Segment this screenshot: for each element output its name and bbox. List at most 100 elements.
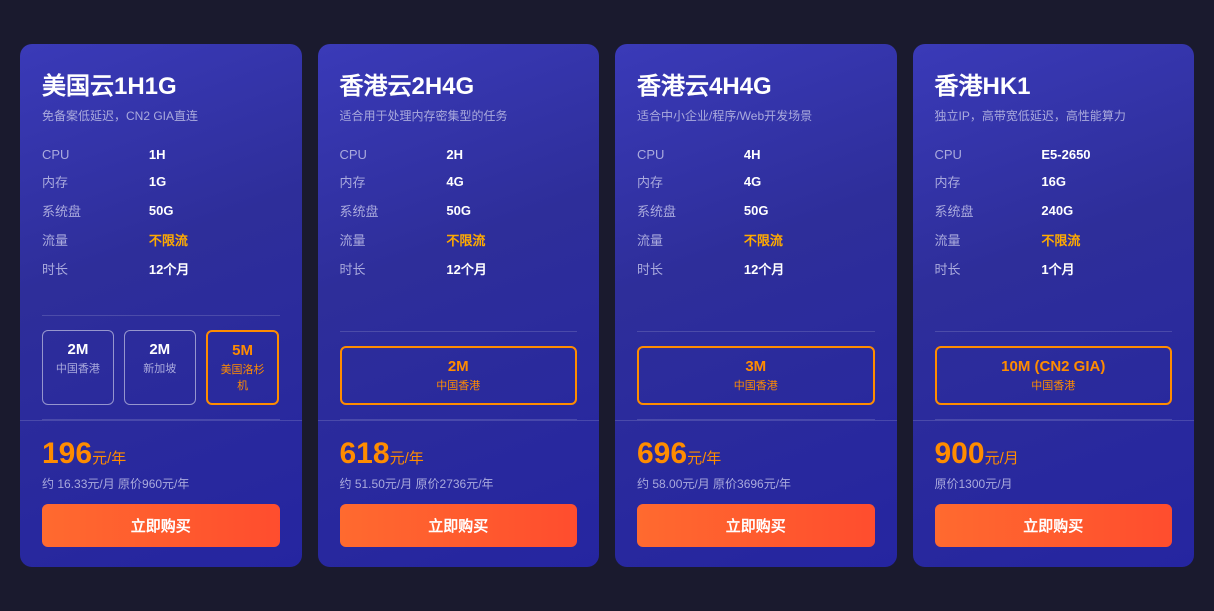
card-hk-hk1: 香港HK1独立IP，高带宽低延迟，高性能算力CPUE5-2650内存16G系统盘… — [913, 44, 1195, 567]
spec-label: 内存 — [935, 167, 1042, 196]
bandwidth-location: 新加坡 — [137, 360, 183, 376]
spec-label: 内存 — [340, 167, 447, 196]
spec-value: 1G — [149, 167, 280, 196]
card-hk-2h4g: 香港云2H4G 适合用于处理内存密集型的任务 CPU2H内存4G系统盘50G流量不限… — [318, 44, 600, 567]
buy-button-hk-4h4g[interactable]: 立即购买 — [637, 504, 875, 547]
card-footer-hk-hk1: 900元/月原价1300元/月立即购买 — [913, 420, 1195, 567]
card-footer-us-1h1g: 196元/年约 16.33元/月 原价960元/年立即购买 — [20, 420, 302, 567]
divider-top — [637, 331, 875, 332]
bandwidth-option[interactable]: 2M 中国香港 — [42, 330, 114, 405]
price-row: 618元/年 — [340, 437, 578, 471]
spec-label: 时长 — [935, 254, 1042, 283]
spec-row: CPU1H — [42, 142, 280, 167]
spec-row: 时长12个月 — [637, 254, 875, 283]
bandwidth-option[interactable]: 2M 新加坡 — [124, 330, 196, 405]
spec-value: 240G — [1041, 196, 1172, 225]
bandwidth-option[interactable]: 5M 美国洛杉机 — [206, 330, 280, 405]
bandwidth-option[interactable]: 2M中国香港 — [340, 346, 578, 405]
price-unit: 元/年 — [92, 450, 126, 467]
spec-table-hk-2h4g: CPU2H内存4G系统盘50G流量不限流时长12个月 — [340, 142, 578, 283]
spec-label: 系统盘 — [340, 196, 447, 225]
spec-value: 12个月 — [744, 254, 875, 283]
spec-row: 内存16G — [935, 167, 1173, 196]
bandwidth-location: 中国香港 — [55, 360, 101, 376]
spec-row: 系统盘240G — [935, 196, 1173, 225]
card-title-us-1h1g: 美国云1H1G — [42, 66, 280, 101]
price-unit: 元/年 — [687, 450, 721, 467]
price-main: 196 — [42, 437, 92, 470]
spec-row: 内存1G — [42, 167, 280, 196]
card-body-hk-2h4g: 香港云2H4G 适合用于处理内存密集型的任务 CPU2H内存4G系统盘50G流量不限… — [318, 44, 600, 331]
price-unit: 元/年 — [390, 450, 424, 467]
spec-value: 1H — [149, 142, 280, 167]
spec-value: 16G — [1041, 167, 1172, 196]
bandwidth-option[interactable]: 10M (CN2 GIA)中国香港 — [935, 346, 1173, 405]
spec-label: 流量 — [637, 225, 744, 254]
price-sub: 约 58.00元/月 原价3696元/年 — [637, 475, 875, 492]
spec-label: 流量 — [340, 225, 447, 254]
spec-value: 50G — [744, 196, 875, 225]
spec-label: 流量 — [935, 225, 1042, 254]
spec-row: 内存4G — [340, 167, 578, 196]
price-row: 696元/年 — [637, 437, 875, 471]
bandwidth-speed: 2M — [55, 341, 101, 358]
spec-value: 50G — [446, 196, 577, 225]
spec-label: CPU — [935, 142, 1042, 167]
buy-button-us-1h1g[interactable]: 立即购买 — [42, 504, 280, 547]
spec-label: CPU — [340, 142, 447, 167]
card-body-hk-hk1: 香港HK1独立IP，高带宽低延迟，高性能算力CPUE5-2650内存16G系统盘… — [913, 44, 1195, 331]
spec-value: 4G — [446, 167, 577, 196]
spec-value: 4G — [744, 167, 875, 196]
card-subtitle-us-1h1g: 免备案低延迟，CN2 GIA直连 — [42, 107, 280, 124]
spec-label: 时长 — [42, 254, 149, 283]
spec-table-us-1h1g: CPU1H内存1G系统盘50G流量不限流时长12个月 — [42, 142, 280, 283]
bandwidth-speed: 2M — [137, 341, 183, 358]
price-row: 900元/月 — [935, 437, 1173, 471]
buy-button-hk-hk1[interactable]: 立即购买 — [935, 504, 1173, 547]
bandwidth-location: 美国洛杉机 — [220, 361, 266, 393]
spec-value: 12个月 — [446, 254, 577, 283]
spec-value: 12个月 — [149, 254, 280, 283]
divider-top — [935, 331, 1173, 332]
card-title-hk-4h4g: 香港云4H4G — [637, 66, 875, 101]
spec-label: 系统盘 — [42, 196, 149, 225]
price-row: 196元/年 — [42, 437, 280, 471]
card-subtitle-hk-2h4g: 适合用于处理内存密集型的任务 — [340, 107, 578, 124]
spec-value: 2H — [446, 142, 577, 167]
bandwidth-speed: 3M — [651, 358, 861, 375]
cards-container: 美国云1H1G免备案低延迟，CN2 GIA直连CPU1H内存1G系统盘50G流量… — [20, 44, 1194, 567]
spec-label: 时长 — [637, 254, 744, 283]
bandwidth-speed: 5M — [220, 342, 266, 359]
spec-label: 流量 — [42, 225, 149, 254]
card-subtitle-hk-4h4g: 适合中小企业/程序/Web开发场景 — [637, 107, 875, 124]
bandwidth-location: 中国香港 — [949, 377, 1159, 393]
spec-label: CPU — [42, 142, 149, 167]
card-title-hk-hk1: 香港HK1 — [935, 66, 1173, 101]
bandwidth-location: 中国香港 — [354, 377, 564, 393]
card-hk-4h4g: 香港云4H4G 适合中小企业/程序/Web开发场景 CPU4H内存4G系统盘50G流… — [615, 44, 897, 567]
spec-row: 时长12个月 — [340, 254, 578, 283]
spec-value: 不限流 — [744, 225, 875, 254]
card-us-1h1g: 美国云1H1G 免备案低延迟，CN2 GIA直连 CPU1H内存1G系统盘50G流量… — [20, 44, 302, 567]
spec-row: 系统盘50G — [42, 196, 280, 225]
spec-label: 内存 — [42, 167, 149, 196]
spec-value: 50G — [149, 196, 280, 225]
spec-table-hk-hk1: CPUE5-2650内存16G系统盘240G流量不限流时长1个月 — [935, 142, 1173, 283]
spec-value: 1个月 — [1041, 254, 1172, 283]
card-title-hk-2h4g: 香港云2H4G — [340, 66, 578, 101]
spec-value: 不限流 — [149, 225, 280, 254]
spec-value: 不限流 — [1041, 225, 1172, 254]
spec-label: 系统盘 — [637, 196, 744, 225]
divider-top — [340, 331, 578, 332]
spec-row: 流量不限流 — [935, 225, 1173, 254]
spec-table-hk-4h4g: CPU4H内存4G系统盘50G流量不限流时长12个月 — [637, 142, 875, 283]
buy-button-hk-2h4g[interactable]: 立即购买 — [340, 504, 578, 547]
bandwidth-option[interactable]: 3M中国香港 — [637, 346, 875, 405]
bandwidth-section-us-1h1g: 2M 中国香港 2M 新加坡 5M 美国洛杉机 — [42, 330, 280, 405]
spec-row: CPUE5-2650 — [935, 142, 1173, 167]
price-main: 618 — [340, 437, 390, 470]
spec-row: 流量不限流 — [340, 225, 578, 254]
spec-row: CPU2H — [340, 142, 578, 167]
bandwidth-section-hk-hk1: 10M (CN2 GIA)中国香港 — [935, 346, 1173, 405]
spec-row: 流量不限流 — [637, 225, 875, 254]
